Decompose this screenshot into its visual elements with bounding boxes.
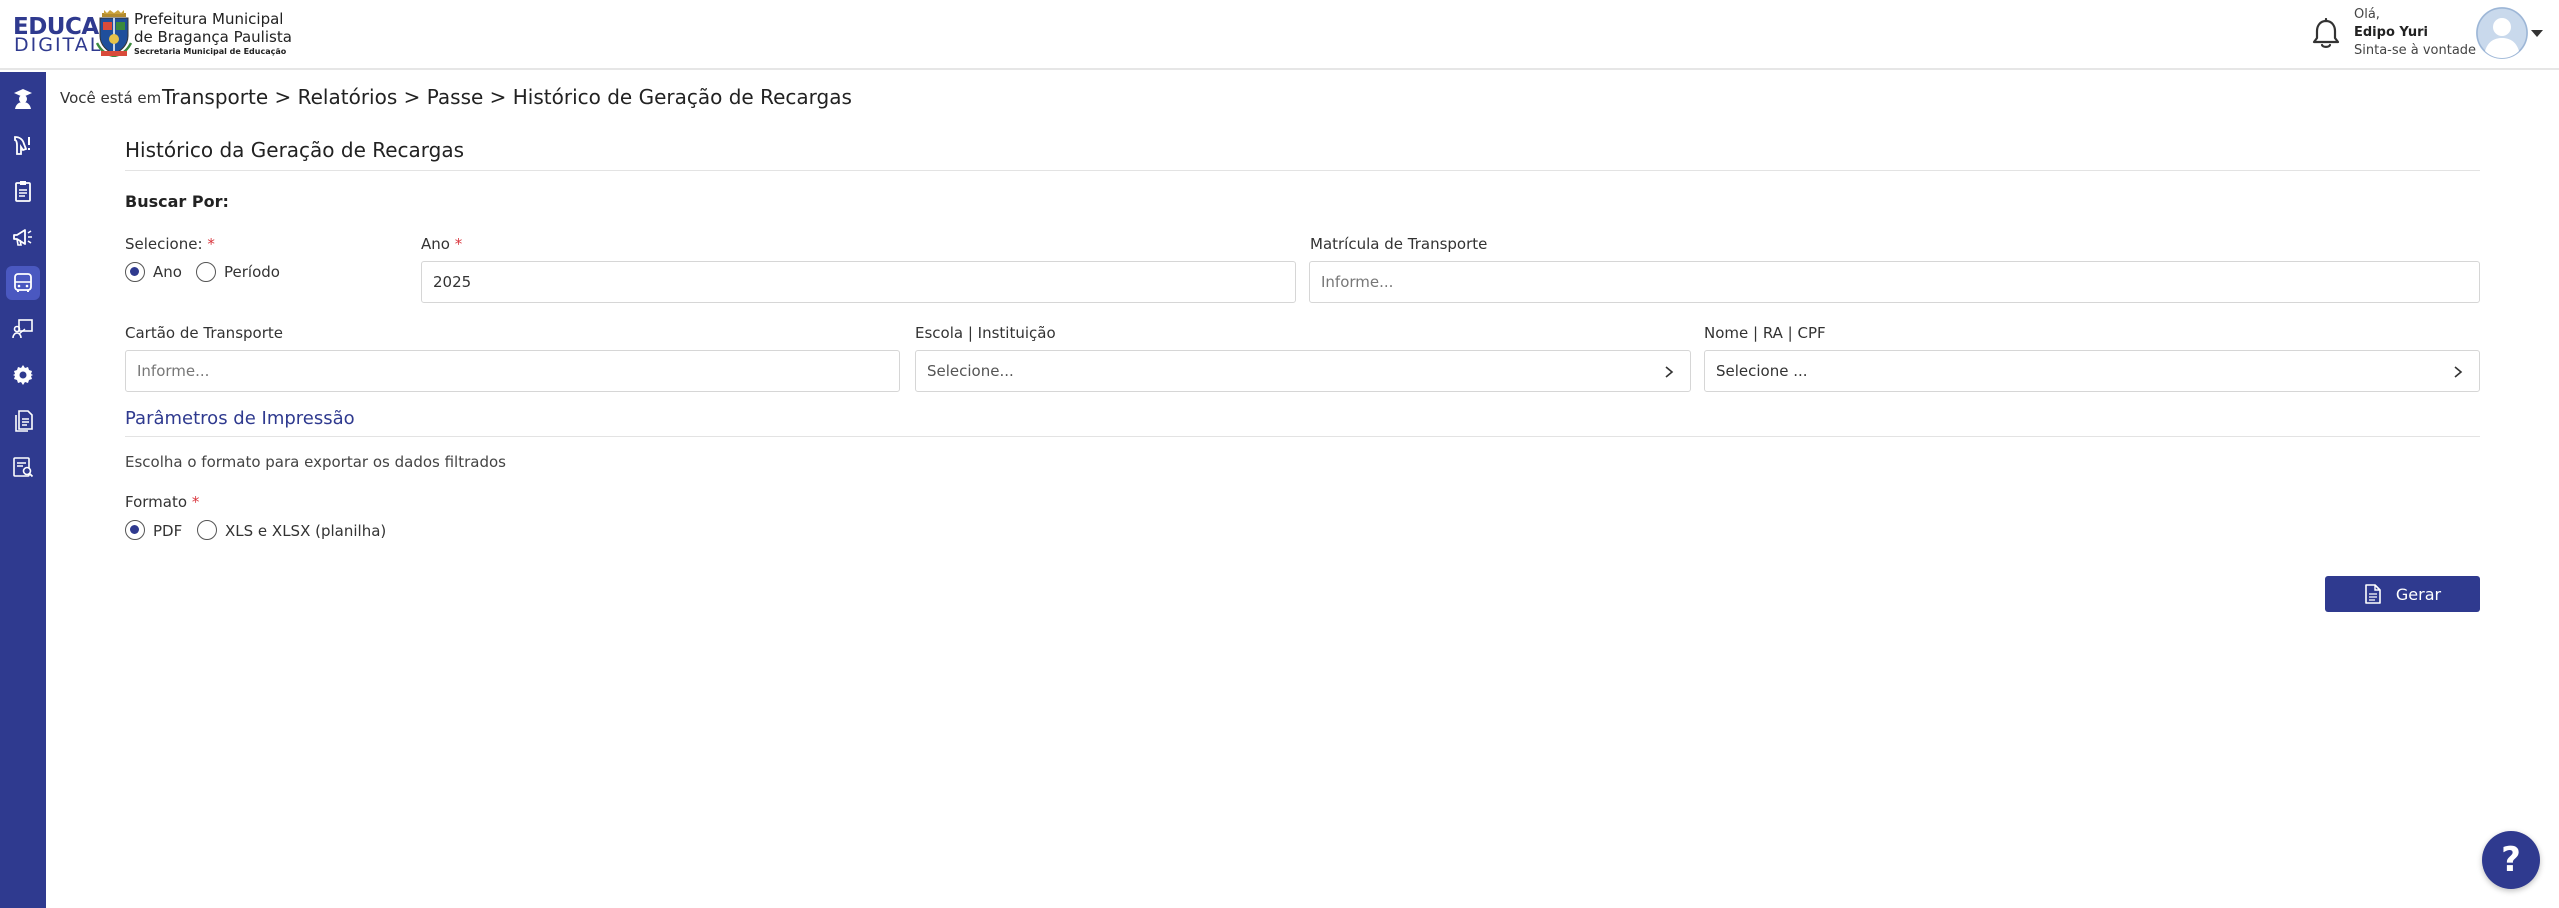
radio-periodo-label[interactable]: Período bbox=[224, 263, 280, 281]
prefeitura-name-line2: de Bragança Paulista bbox=[134, 28, 292, 46]
breadcrumb-prefix: Você está em bbox=[60, 89, 162, 107]
prefeitura-name-line1: Prefeitura Municipal bbox=[134, 10, 284, 28]
required-mark: * bbox=[191, 493, 200, 511]
help-question-icon: ? bbox=[2501, 840, 2521, 880]
escola-label: Escola | Instituição bbox=[915, 324, 1056, 342]
bus-icon[interactable] bbox=[6, 266, 40, 300]
cartao-input[interactable] bbox=[125, 350, 900, 392]
matricula-input[interactable] bbox=[1309, 261, 2480, 303]
logo-digital[interactable]: DIGITAL bbox=[14, 36, 102, 55]
user-avatar[interactable] bbox=[2476, 7, 2528, 59]
matricula-label: Matrícula de Transporte bbox=[1310, 235, 1488, 253]
greeting-text: Olá, bbox=[2354, 7, 2380, 22]
ano-label: Ano * bbox=[421, 235, 462, 253]
documents-icon[interactable] bbox=[6, 404, 40, 438]
document-icon bbox=[2365, 584, 2381, 604]
teacher-board-icon[interactable] bbox=[6, 312, 40, 346]
radio-ano[interactable] bbox=[125, 262, 145, 282]
title-divider bbox=[125, 170, 2480, 171]
nome-label: Nome | RA | CPF bbox=[1704, 324, 1826, 342]
user-silhouette-icon bbox=[2476, 7, 2528, 59]
required-mark: * bbox=[454, 235, 463, 253]
megaphone-icon[interactable] bbox=[6, 220, 40, 254]
page-title: Histórico da Geração de Recargas bbox=[125, 138, 465, 162]
chevron-right-icon bbox=[2454, 366, 2463, 378]
chevron-right-icon bbox=[1665, 366, 1674, 378]
required-mark: * bbox=[207, 235, 215, 253]
radio-ano-label[interactable]: Ano bbox=[153, 263, 182, 281]
sidebar bbox=[0, 72, 46, 908]
cartao-label: Cartão de Transporte bbox=[125, 324, 283, 342]
breadcrumb[interactable]: Transporte > Relatórios > Passe > Histór… bbox=[162, 85, 852, 109]
print-params-title: Parâmetros de Impressão bbox=[125, 408, 355, 429]
radio-pdf-label[interactable]: PDF bbox=[153, 522, 182, 540]
notification-bell-icon[interactable] bbox=[2311, 18, 2341, 50]
escola-select[interactable]: Selecione... bbox=[915, 350, 1691, 392]
nome-select[interactable]: Selecione ... bbox=[1704, 350, 2480, 392]
selecione-label: Selecione: * bbox=[125, 235, 215, 253]
formato-label-text: Formato bbox=[125, 493, 188, 511]
print-params-description: Escolha o formato para exportar os dados… bbox=[125, 453, 506, 471]
report-search-icon[interactable] bbox=[6, 450, 40, 484]
ano-label-text: Ano bbox=[421, 235, 450, 253]
help-button[interactable]: ? bbox=[2482, 831, 2540, 889]
gear-icon[interactable] bbox=[6, 358, 40, 392]
user-name: Edipo Yuri bbox=[2354, 25, 2428, 40]
radio-xls[interactable] bbox=[197, 520, 217, 540]
radio-pdf[interactable] bbox=[125, 520, 145, 540]
top-header: EDUCA DIGITAL Prefeitura Municipal de Br… bbox=[0, 0, 2559, 70]
search-heading: Buscar Por: bbox=[125, 192, 229, 211]
radio-periodo[interactable] bbox=[196, 262, 216, 282]
clipboard-icon[interactable] bbox=[6, 174, 40, 208]
ano-input[interactable] bbox=[421, 261, 1296, 303]
radio-xls-label[interactable]: XLS e XLSX (planilha) bbox=[225, 522, 386, 540]
user-menu-caret-icon[interactable] bbox=[2531, 30, 2543, 37]
graduate-icon[interactable] bbox=[6, 82, 40, 116]
formato-label: Formato * bbox=[125, 493, 199, 511]
greeting-subtext: Sinta-se à vontade bbox=[2354, 43, 2477, 58]
escola-select-value: Selecione... bbox=[927, 362, 1014, 380]
generate-button-label: Gerar bbox=[2395, 584, 2442, 604]
nome-select-value: Selecione ... bbox=[1716, 362, 1808, 380]
municipal-crest-icon bbox=[96, 10, 132, 57]
generate-button[interactable]: Gerar bbox=[2325, 576, 2480, 612]
hand-alert-icon[interactable] bbox=[6, 128, 40, 162]
secretaria-name: Secretaria Municipal de Educação bbox=[134, 47, 287, 56]
print-params-divider bbox=[125, 436, 2480, 437]
selecione-label-text: Selecione: bbox=[125, 235, 203, 253]
